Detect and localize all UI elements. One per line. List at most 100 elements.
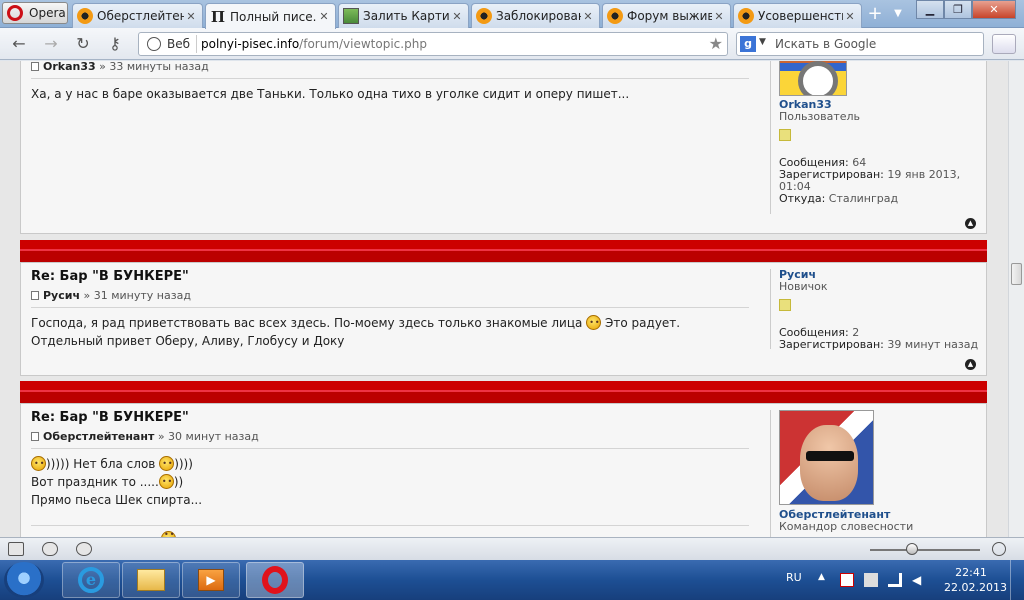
action-center-icon[interactable] bbox=[840, 573, 854, 587]
tab-label: Форум выжив... bbox=[627, 9, 712, 23]
post-line: )))) bbox=[174, 457, 193, 471]
from-label: Откуда: bbox=[779, 192, 826, 205]
post-title[interactable]: Re: Бар "В БУНКЕРЕ" bbox=[31, 269, 749, 284]
orange-circle-icon bbox=[738, 8, 754, 24]
post-time: » 31 минуту назад bbox=[83, 289, 191, 302]
tab-blocked[interactable]: Заблокирован... ✕ bbox=[471, 3, 600, 28]
clock[interactable]: 22:41 22.02.2013 bbox=[944, 565, 1007, 595]
tab-improvement[interactable]: Усовершенств... ✕ bbox=[733, 3, 862, 28]
tab-bar: Opera Оберстлейтен... ✕ П Полный писе...… bbox=[0, 0, 1024, 29]
google-icon[interactable]: g bbox=[740, 36, 756, 52]
post-separator bbox=[20, 381, 987, 403]
orange-circle-icon bbox=[77, 8, 93, 24]
key-icon[interactable]: ⚷ bbox=[104, 34, 126, 54]
back-to-top-icon[interactable]: ▲ bbox=[965, 218, 976, 229]
post-title[interactable]: Re: Бар "В БУНКЕРЕ" bbox=[31, 410, 749, 425]
post-content: Ха, а у нас в баре оказывается две Таньк… bbox=[31, 85, 749, 103]
post-meta: Русич » 31 минуту назад bbox=[31, 289, 749, 308]
url-path: /forum/viewtopic.php bbox=[299, 37, 427, 51]
network-icon[interactable] bbox=[888, 573, 902, 587]
start-button[interactable] bbox=[4, 562, 44, 598]
url-domain: polnyi-pisec.info bbox=[201, 37, 300, 51]
taskbar-opera[interactable] bbox=[246, 562, 304, 598]
web-badge[interactable]: Веб bbox=[143, 35, 198, 53]
registered-label: Зарегистрирован: bbox=[779, 338, 884, 351]
status-bar bbox=[0, 537, 1024, 560]
show-desktop-button[interactable] bbox=[1010, 560, 1024, 600]
cloud-icon[interactable] bbox=[42, 542, 58, 556]
close-icon[interactable]: ✕ bbox=[450, 10, 464, 23]
smile-icon bbox=[586, 314, 602, 332]
post-content: ))))) Нет бла слов )))) Вот праздник то … bbox=[31, 455, 749, 509]
profile-rank: Командор словесности bbox=[779, 520, 914, 533]
panel-toggle-icon[interactable] bbox=[8, 542, 24, 556]
zoom-icon[interactable] bbox=[992, 542, 1006, 556]
close-window-button[interactable]: ✕ bbox=[972, 0, 1016, 19]
post-author[interactable]: Orkan33 bbox=[43, 61, 96, 73]
vertical-scrollbar[interactable] bbox=[1008, 61, 1024, 537]
folder-icon bbox=[137, 569, 165, 591]
address-field[interactable]: Веб polnyi-pisec.info/forum/viewtopic.ph… bbox=[138, 32, 728, 56]
maximize-button[interactable]: ❐ bbox=[944, 0, 972, 19]
tab-oberstleitenant[interactable]: Оберстлейтен... ✕ bbox=[72, 3, 203, 28]
post-line: Прямо пьеса Шек спирта... bbox=[31, 493, 203, 507]
close-icon[interactable]: ✕ bbox=[843, 10, 857, 23]
forward-icon[interactable]: → bbox=[40, 34, 62, 54]
internet-explorer-icon: e bbox=[78, 567, 104, 593]
zoom-slider-knob[interactable] bbox=[906, 543, 918, 555]
post-author[interactable]: Русич bbox=[43, 289, 80, 302]
tab-upload-image[interactable]: Залить Картин... ✕ bbox=[338, 3, 469, 28]
opera-menu-button[interactable]: Opera bbox=[2, 2, 68, 24]
post-time: » 30 минут назад bbox=[157, 430, 259, 443]
speed-dial-icon[interactable] bbox=[76, 542, 92, 556]
p-letter-icon: П bbox=[210, 7, 226, 26]
back-to-top-icon[interactable]: ▲ bbox=[965, 359, 976, 370]
chevron-down-icon[interactable]: ▼ bbox=[759, 37, 766, 47]
post-line: )) bbox=[173, 475, 184, 489]
opera-menu-label: Opera bbox=[29, 6, 66, 20]
taskbar-media-player[interactable]: ▶ bbox=[182, 562, 240, 598]
post-separator bbox=[20, 240, 987, 262]
bookmark-star-icon[interactable]: ★ bbox=[709, 34, 723, 53]
volume-icon[interactable]: ◀ bbox=[912, 573, 926, 587]
url-text[interactable]: polnyi-pisec.info/forum/viewtopic.php bbox=[201, 37, 427, 51]
search-field[interactable]: g ▼ Искать в Google bbox=[736, 32, 984, 56]
avatar-head bbox=[800, 425, 858, 501]
back-icon[interactable]: ← bbox=[8, 34, 30, 54]
taskbar-ie[interactable]: e bbox=[62, 562, 120, 598]
close-icon[interactable]: ✕ bbox=[184, 10, 198, 23]
post-line: Отдельный привет Оберу, Аливу, Глобусу и… bbox=[31, 334, 345, 348]
close-icon[interactable]: ✕ bbox=[317, 10, 331, 23]
address-toolbar: ← → ↻ ⚷ Веб polnyi-pisec.info/forum/view… bbox=[0, 28, 1024, 60]
minimize-button[interactable]: ▁ bbox=[916, 0, 944, 19]
post-author[interactable]: Оберстлейтенант bbox=[43, 430, 154, 443]
post-icon bbox=[31, 432, 39, 441]
scrollbar-thumb[interactable] bbox=[1011, 263, 1022, 285]
zoom-slider[interactable] bbox=[870, 549, 980, 551]
post-meta: Оберстлейтенант » 30 минут назад bbox=[31, 430, 749, 449]
taskbar-explorer[interactable] bbox=[122, 562, 180, 598]
tray-expand-icon[interactable]: ▲ bbox=[818, 572, 825, 600]
customize-button[interactable] bbox=[992, 34, 1016, 54]
device-icon[interactable] bbox=[864, 573, 878, 587]
opera-icon bbox=[262, 566, 288, 594]
tab-label: Заблокирован... bbox=[496, 9, 581, 23]
language-indicator[interactable]: RU bbox=[786, 571, 802, 600]
rank-badge bbox=[779, 299, 791, 311]
window-controls: ▁ ❐ ✕ bbox=[916, 0, 1016, 20]
post-icon bbox=[31, 291, 39, 300]
tab-forum[interactable]: Форум выжив... ✕ bbox=[602, 3, 731, 28]
tab-menu-button[interactable]: ▼ bbox=[888, 4, 908, 24]
avatar[interactable] bbox=[779, 61, 847, 96]
reload-icon[interactable]: ↻ bbox=[72, 34, 94, 54]
new-tab-button[interactable]: + bbox=[864, 4, 886, 24]
avatar[interactable] bbox=[779, 410, 874, 505]
post-profile: Orkan33 Пользователь Сообщения: 64 Зарег… bbox=[770, 61, 980, 214]
tab-label: Залить Картин... bbox=[363, 9, 450, 23]
post-line: Вот праздник то ..... bbox=[31, 475, 159, 489]
close-icon[interactable]: ✕ bbox=[581, 10, 595, 23]
smile-icon bbox=[159, 455, 175, 473]
tab-polnyi-pisec[interactable]: П Полный писе... ✕ bbox=[205, 3, 336, 29]
close-icon[interactable]: ✕ bbox=[712, 10, 726, 23]
web-label: Веб bbox=[167, 37, 191, 51]
